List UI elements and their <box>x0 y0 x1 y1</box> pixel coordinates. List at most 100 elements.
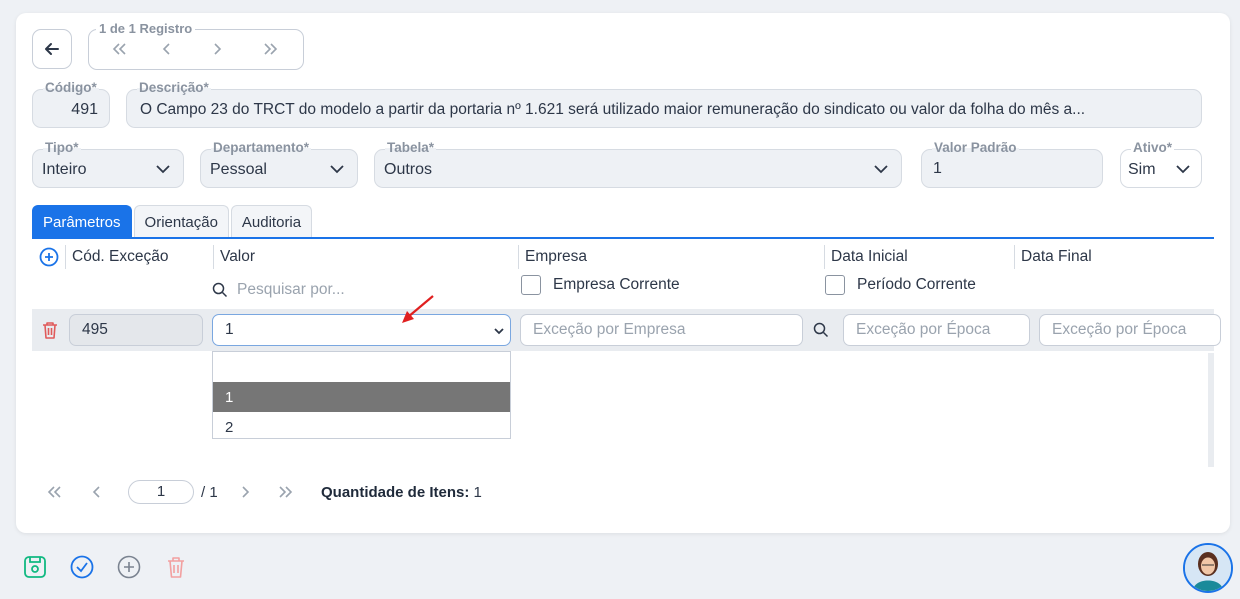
header-cod-excecao: Cód. Exceção <box>72 248 169 265</box>
search-icon <box>813 322 829 338</box>
valor-dropdown-list: 1 2 <box>212 351 511 439</box>
record-navigator: 1 de 1 Registro <box>88 21 304 70</box>
trash-icon <box>43 322 57 339</box>
header-data-inicial: Data Inicial <box>831 248 908 265</box>
save-button[interactable] <box>22 554 48 585</box>
check-circle-icon <box>70 555 94 579</box>
tipo-select[interactable]: Tipo* Inteiro <box>32 140 184 188</box>
double-chevron-left-icon <box>47 486 61 498</box>
descricao-label: Descrição* <box>137 80 211 95</box>
departamento-label: Departamento* <box>211 140 312 155</box>
tabela-label: Tabela* <box>385 140 437 155</box>
empresa-corrente-label: Empresa Corrente <box>553 276 680 293</box>
column-separator <box>65 245 66 269</box>
ativo-select[interactable]: Ativo* Sim <box>1120 140 1202 188</box>
tipo-label: Tipo* <box>43 140 81 155</box>
save-icon <box>24 556 46 578</box>
chevron-left-icon <box>92 486 100 498</box>
double-chevron-right-icon <box>264 43 278 55</box>
ativo-value: Sim <box>1128 161 1156 178</box>
table-row: 495 1 Exceção por Empresa Exceção por Ép… <box>32 309 1221 351</box>
confirm-button[interactable] <box>69 554 95 585</box>
main-card: 1 de 1 Registro Código* 491 Descrição* O… <box>16 13 1230 533</box>
departamento-select[interactable]: Departamento* Pessoal <box>200 140 358 188</box>
plus-circle-icon <box>39 247 59 267</box>
chevron-down-icon <box>874 165 888 174</box>
tab-orientacao[interactable]: Orientação <box>133 205 229 238</box>
data-inicial-input[interactable]: Exceção por Época <box>843 314 1030 346</box>
codigo-field[interactable]: Código* 491 <box>32 80 110 128</box>
empresa-search-button[interactable] <box>813 322 829 343</box>
delete-row-button[interactable] <box>41 320 59 345</box>
dropdown-option-1[interactable]: 1 <box>213 382 510 412</box>
item-count-label: Quantidade de Itens: <box>321 484 470 501</box>
chevron-right-icon <box>242 486 250 498</box>
prev-record-button[interactable] <box>161 42 211 56</box>
page-input[interactable]: 1 <box>128 480 194 504</box>
tab-auditoria[interactable]: Auditoria <box>230 205 313 238</box>
header-empresa: Empresa <box>525 248 588 265</box>
checkbox[interactable] <box>521 275 541 295</box>
last-record-button[interactable] <box>261 42 311 56</box>
column-separator <box>518 245 519 269</box>
item-count: Quantidade de Itens: 1 <box>321 484 482 501</box>
valor-padrao-field[interactable]: Valor Padrão 1 <box>921 140 1103 188</box>
data-final-input[interactable]: Exceção por Época <box>1039 314 1221 346</box>
chevron-right-icon <box>214 43 222 55</box>
plus-circle-icon <box>117 555 141 579</box>
valor-padrao-label: Valor Padrão <box>932 140 1019 155</box>
ativo-label: Ativo* <box>1131 140 1175 155</box>
tab-bar: Parâmetros Orientação Auditoria <box>32 205 313 238</box>
chevron-down-icon <box>330 165 344 174</box>
user-photo-icon <box>1185 545 1231 591</box>
next-page-button[interactable] <box>239 485 276 499</box>
chevron-left-icon <box>162 43 170 55</box>
tabela-select[interactable]: Tabela* Outros <box>374 140 902 188</box>
departamento-value: Pessoal <box>210 161 267 178</box>
empresa-corrente-checkbox[interactable]: Empresa Corrente <box>521 275 680 295</box>
column-separator <box>824 245 825 269</box>
double-chevron-left-icon <box>112 43 126 55</box>
empresa-input[interactable]: Exceção por Empresa <box>520 314 803 346</box>
action-bar <box>22 554 189 585</box>
item-count-value: 1 <box>473 484 482 501</box>
back-button[interactable] <box>32 29 72 69</box>
last-page-button[interactable] <box>276 485 294 499</box>
chevron-down-icon <box>494 328 504 335</box>
checkbox[interactable] <box>825 275 845 295</box>
prev-page-button[interactable] <box>91 485 128 499</box>
periodo-corrente-label: Período Corrente <box>857 276 976 293</box>
header-valor: Valor <box>220 248 256 265</box>
periodo-corrente-checkbox[interactable]: Período Corrente <box>825 275 976 295</box>
valor-search-filter[interactable]: Pesquisar por... <box>212 281 345 299</box>
user-avatar[interactable] <box>1183 543 1233 593</box>
delete-button[interactable] <box>163 554 189 585</box>
valor-select-value: 1 <box>225 321 234 338</box>
chevron-down-icon <box>156 165 170 174</box>
first-record-button[interactable] <box>111 42 161 56</box>
double-chevron-right-icon <box>279 486 293 498</box>
cod-excecao-input[interactable]: 495 <box>69 314 203 346</box>
add-exception-button[interactable] <box>39 247 59 272</box>
tipo-value: Inteiro <box>42 161 87 178</box>
add-button[interactable] <box>116 554 142 585</box>
dropdown-option-empty[interactable] <box>213 352 510 382</box>
search-icon <box>212 282 228 298</box>
column-separator <box>213 245 214 269</box>
search-placeholder: Pesquisar por... <box>237 281 345 298</box>
trash-icon <box>168 557 184 578</box>
tab-underline <box>32 237 1214 239</box>
codigo-value: 491 <box>71 101 98 118</box>
dropdown-option-2[interactable]: 2 <box>213 412 510 442</box>
valor-padrao-value: 1 <box>933 160 942 177</box>
column-separator <box>1014 245 1015 269</box>
tabela-value: Outros <box>384 161 433 178</box>
arrow-left-icon <box>45 43 59 55</box>
record-count-label: 1 de 1 Registro <box>96 21 196 36</box>
tab-parametros[interactable]: Parâmetros <box>32 205 132 238</box>
valor-select[interactable]: 1 <box>212 314 511 346</box>
first-page-button[interactable] <box>46 485 91 499</box>
next-record-button[interactable] <box>211 42 261 56</box>
descricao-field[interactable]: Descrição* O Campo 23 do TRCT do modelo … <box>126 80 1202 128</box>
grid-scrollbar[interactable] <box>1208 353 1214 467</box>
